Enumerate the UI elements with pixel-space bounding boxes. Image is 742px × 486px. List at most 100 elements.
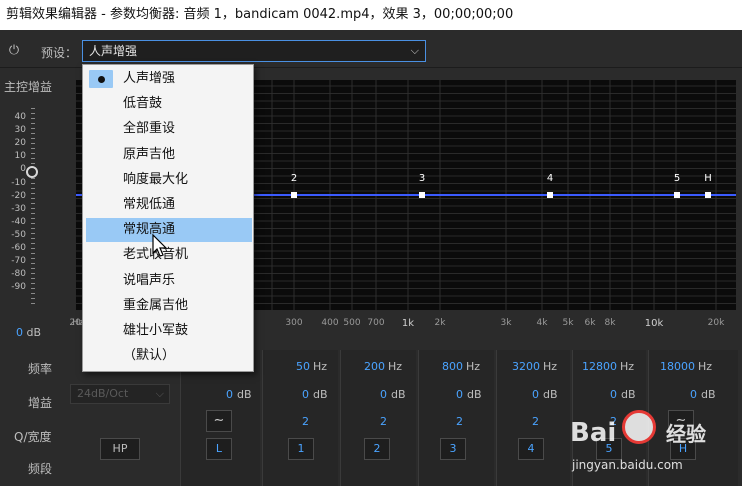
master-gain-tick: -80 bbox=[11, 269, 26, 280]
power-icon[interactable]: ⏻ bbox=[6, 43, 22, 59]
preset-menu-item[interactable]: 雄壮小军鼓 bbox=[86, 319, 252, 343]
hp-button[interactable]: HP bbox=[100, 438, 140, 460]
master-gain-tick: -90 bbox=[11, 282, 26, 293]
preset-menu-item[interactable]: 全部重设 bbox=[86, 117, 252, 141]
preset-menu-item[interactable]: 响度最大化 bbox=[86, 168, 252, 192]
freq-axis-label: 5k bbox=[562, 318, 574, 328]
high-gain[interactable]: 0 dB bbox=[690, 388, 716, 401]
master-gain-tick: -40 bbox=[11, 216, 26, 227]
watermark-suffix: 经验 bbox=[666, 422, 706, 446]
band1-gain[interactable]: 0 dB bbox=[302, 388, 328, 401]
watermark-url: jingyan.baidu.com bbox=[572, 458, 683, 472]
band-marker-label: H bbox=[704, 173, 712, 184]
preset-menu-item[interactable]: 常规高通 bbox=[86, 218, 252, 243]
band5-gain[interactable]: 0 dB bbox=[610, 388, 636, 401]
band2-freq[interactable]: 200 Hz bbox=[364, 360, 402, 373]
lowshelf-gain-unit: dB bbox=[237, 388, 252, 401]
band5-gain-value: 0 bbox=[610, 388, 617, 401]
band4-gain[interactable]: 0 dB bbox=[532, 388, 558, 401]
freq-axis-label: 6k bbox=[584, 318, 596, 328]
master-gain-number: 0 bbox=[16, 326, 23, 339]
master-gain-slider[interactable] bbox=[31, 108, 35, 308]
preset-menu-item-label: 响度最大化 bbox=[123, 171, 189, 187]
band3-freq-value: 800 bbox=[442, 360, 463, 373]
preset-menu: 人声增强低音鼓全部重设原声吉他响度最大化常规低通 常规高通 老式收音机 说唱声乐重金属… bbox=[82, 64, 254, 372]
band3-gain-value: 0 bbox=[456, 388, 463, 401]
master-gain-tick: 40 bbox=[14, 112, 26, 122]
master-gain-tick: -50 bbox=[11, 229, 26, 240]
freq-axis-label: 20k bbox=[707, 318, 725, 328]
master-gain-tick: 30 bbox=[14, 125, 26, 136]
band3-gain-unit: dB bbox=[467, 388, 482, 401]
master-gain-tick: -70 bbox=[11, 256, 26, 267]
freq-axis-label: 4k bbox=[536, 318, 548, 328]
band1-gain-value: 0 bbox=[302, 388, 309, 401]
band4-freq[interactable]: 3200 Hz bbox=[512, 360, 557, 373]
preset-menu-item[interactable]: 人声增强 bbox=[86, 67, 252, 91]
band3-q[interactable]: 2 bbox=[456, 415, 463, 428]
master-gain-tick: 20 bbox=[14, 138, 26, 149]
high-gain-value: 0 bbox=[690, 388, 697, 401]
preset-menu-item-label: 重金属吉他 bbox=[123, 297, 189, 313]
high-freq-value: 18000 bbox=[660, 360, 695, 373]
high-freq[interactable]: 18000 Hz bbox=[660, 360, 712, 373]
baidu-watermark: Bai 经验 jingyan.baidu.com bbox=[566, 404, 736, 482]
band1-freq[interactable]: 50 Hz bbox=[296, 360, 327, 373]
band-marker-label: 5 bbox=[674, 173, 680, 184]
master-gain-unit: dB bbox=[26, 326, 42, 339]
master-gain-tick: -20 bbox=[11, 190, 26, 201]
preset-menu-item[interactable]: 常规低通 bbox=[86, 193, 252, 217]
master-gain-tick: -60 bbox=[11, 243, 26, 253]
band2-gain-unit: dB bbox=[391, 388, 406, 401]
band1-button[interactable]: 1 bbox=[288, 438, 314, 460]
band2-freq-value: 200 bbox=[364, 360, 385, 373]
band-marker-label: 4 bbox=[547, 173, 553, 184]
master-gain-value[interactable]: 0 dB bbox=[16, 326, 41, 339]
preset-menu-item[interactable]: 重金属吉他 bbox=[86, 294, 252, 318]
l-button[interactable]: L bbox=[206, 438, 232, 460]
preset-menu-item-label: 雄壮小军鼓 bbox=[123, 323, 189, 338]
band-row-label: 频段 bbox=[28, 462, 53, 476]
band4-freq-unit: Hz bbox=[543, 360, 558, 373]
band2-q[interactable]: 2 bbox=[380, 415, 387, 428]
window-title: 剪辑效果编辑器 - 参数均衡器: 音频 1，bandicam 0042.mp4，… bbox=[0, 0, 742, 30]
gain-row-label: 增益 bbox=[28, 396, 53, 410]
band5-freq-unit: Hz bbox=[620, 360, 635, 373]
preset-menu-item[interactable]: 老式收音机 bbox=[86, 243, 252, 267]
master-gain-knob[interactable] bbox=[26, 166, 38, 178]
master-gain-tick: -10 bbox=[11, 177, 26, 188]
freq-axis-label: 400 bbox=[321, 318, 339, 328]
master-gain-tick: 10 bbox=[14, 151, 26, 162]
preset-menu-item[interactable]: 说唱声乐 bbox=[86, 269, 252, 293]
band3-freq[interactable]: 800 Hz bbox=[442, 360, 480, 373]
band4-gain-unit: dB bbox=[543, 388, 558, 401]
preset-menu-item[interactable]: 低音鼓 bbox=[86, 92, 252, 116]
band5-freq-value: 12800 bbox=[582, 360, 617, 373]
lowshelf-gain[interactable]: 0 dB bbox=[226, 388, 252, 401]
band3-button[interactable]: 3 bbox=[440, 438, 466, 460]
preset-menu-item-label: 人声增强 bbox=[123, 71, 176, 86]
radio-dot-icon bbox=[98, 76, 105, 83]
band-marker-label: 3 bbox=[419, 173, 425, 184]
slope-select[interactable]: 24dB/Oct ⌵ bbox=[70, 384, 170, 404]
band1-freq-unit: Hz bbox=[313, 360, 328, 373]
preset-menu-item[interactable]: 原声吉他 bbox=[86, 143, 252, 167]
band1-q[interactable]: 2 bbox=[302, 415, 309, 428]
band3-gain[interactable]: 0 dB bbox=[456, 388, 482, 401]
master-gain-tick: -30 bbox=[11, 203, 26, 214]
band4-q[interactable]: 2 bbox=[532, 415, 539, 428]
band-marker-label: 2 bbox=[291, 173, 297, 184]
band2-gain-value: 0 bbox=[380, 388, 387, 401]
band5-freq[interactable]: 12800 Hz bbox=[582, 360, 634, 373]
low-shelf-toggle[interactable]: ∼ bbox=[206, 410, 232, 432]
preset-dropdown[interactable]: 人声增强 ⌵ bbox=[82, 40, 426, 62]
band1-gain-unit: dB bbox=[313, 388, 328, 401]
band4-button[interactable]: 4 bbox=[518, 438, 544, 460]
band2-gain[interactable]: 0 dB bbox=[380, 388, 406, 401]
band4-gain-value: 0 bbox=[532, 388, 539, 401]
shelf-curve-icon: ∼ bbox=[213, 413, 225, 428]
preset-menu-item[interactable]: （默认） bbox=[86, 344, 252, 368]
band2-button[interactable]: 2 bbox=[364, 438, 390, 460]
preset-menu-item-label: 全部重设 bbox=[123, 121, 176, 137]
band4-freq-value: 3200 bbox=[512, 360, 540, 373]
